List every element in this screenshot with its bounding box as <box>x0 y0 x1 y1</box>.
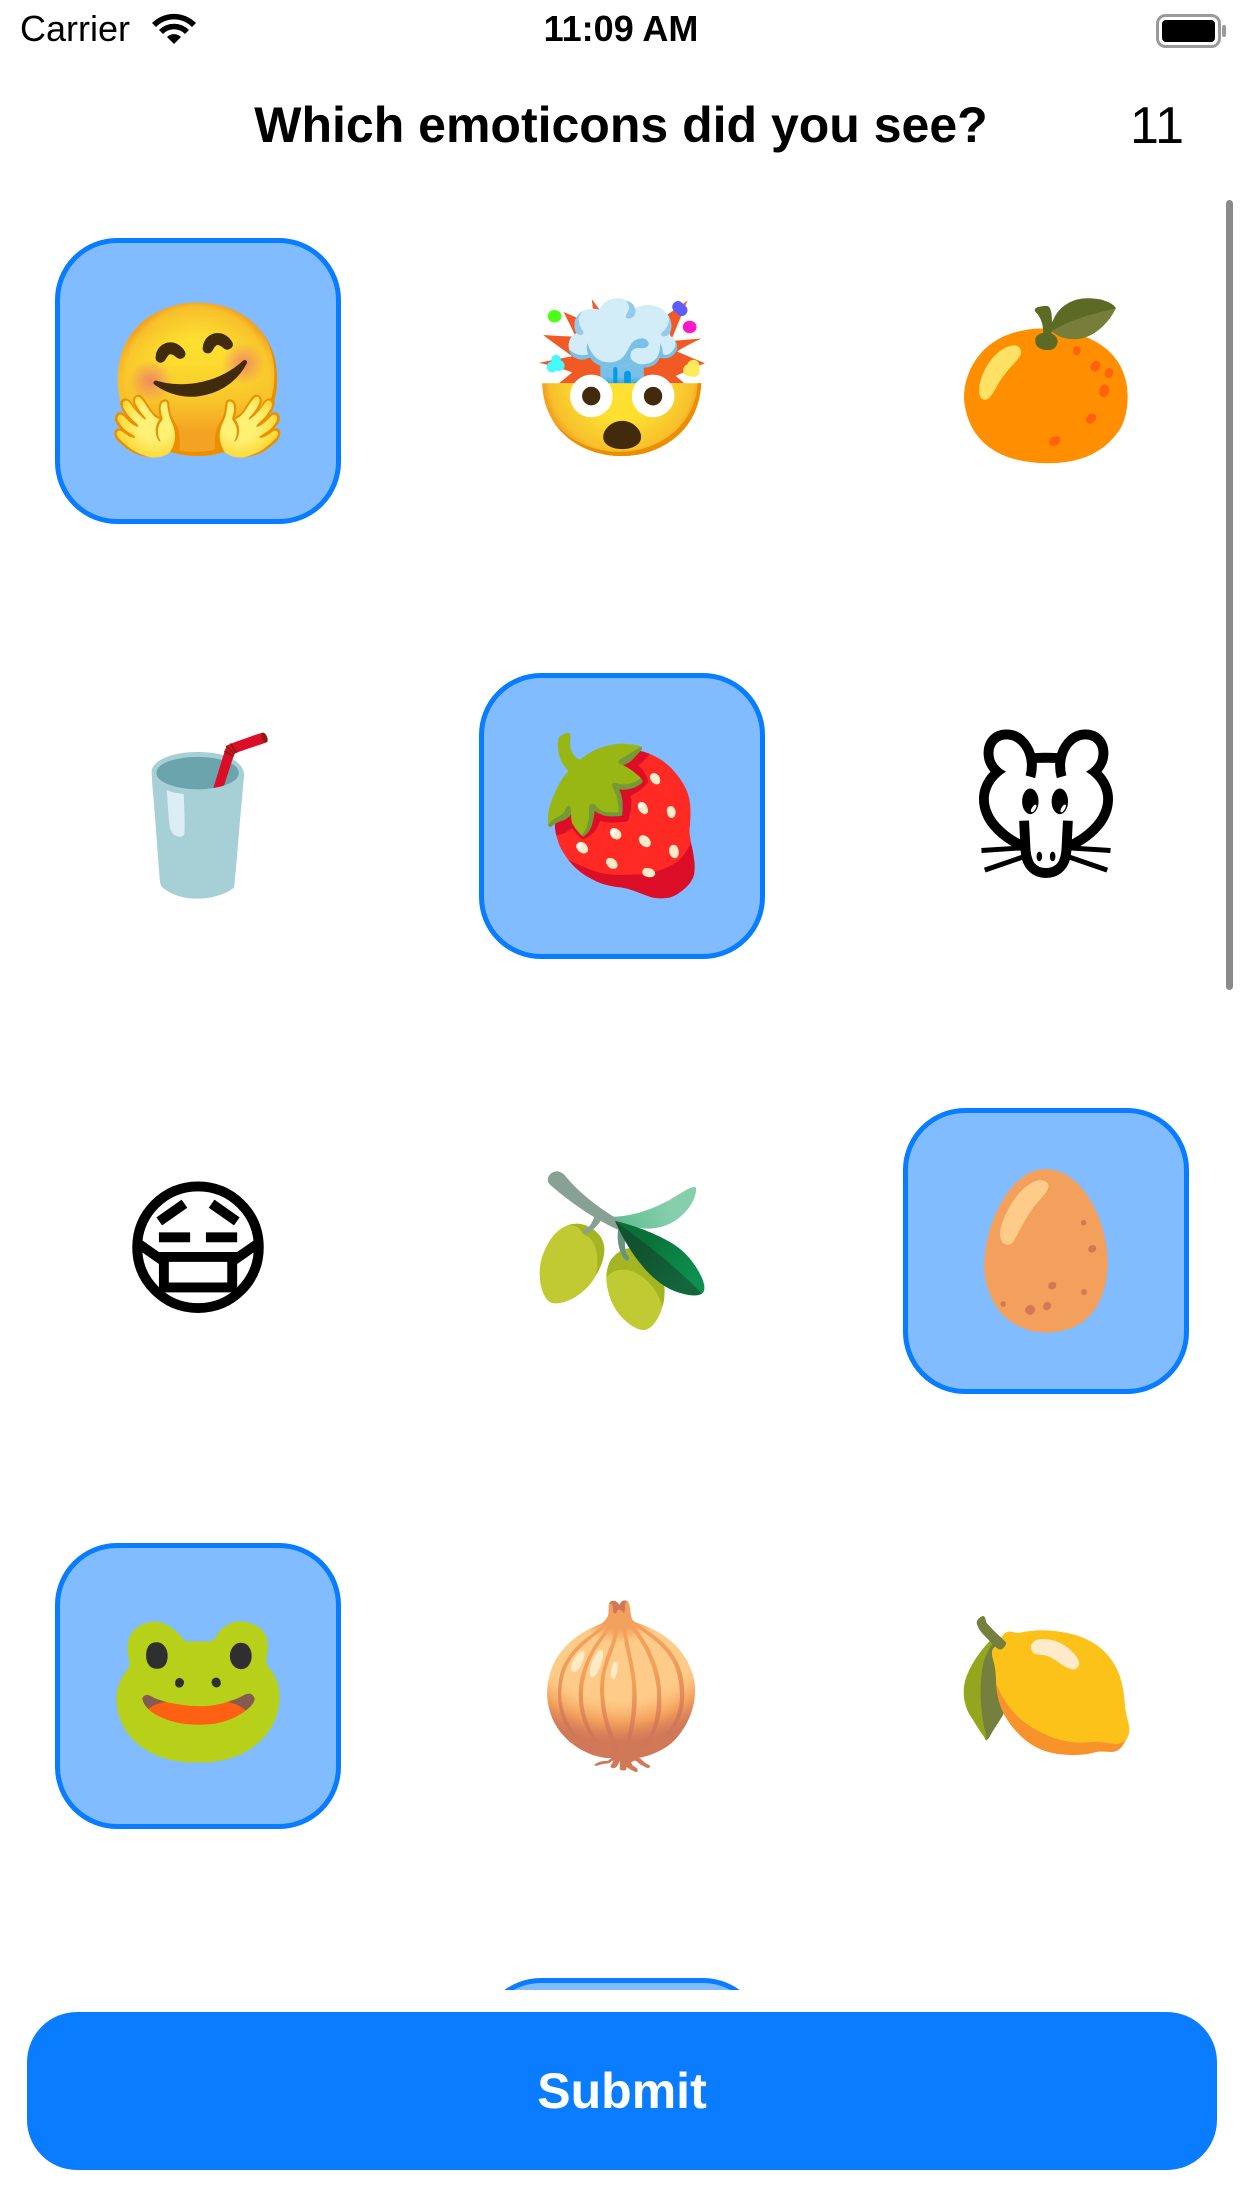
emoji-glyph: 🐭 <box>967 729 1125 903</box>
battery-icon <box>1156 14 1226 48</box>
emoji-glyph: 🍋 <box>952 1599 1140 1773</box>
emoji-glyph: 🧅 <box>528 1599 716 1773</box>
emoji-cell-olive[interactable]: 🫒 <box>479 1108 765 1394</box>
emoji-cell-frog-face[interactable]: 🐸 <box>55 1543 341 1829</box>
emoji-glyph: 🍓 <box>528 729 716 903</box>
emoji-glyph: 😷 <box>119 1164 277 1338</box>
page-title: Which emoticons did you see? <box>254 97 988 153</box>
emoji-glyph: 🫒 <box>528 1164 716 1338</box>
emoji-glyph: 🤗 <box>104 294 292 468</box>
emoji-cell-hugging-face[interactable]: 🤗 <box>55 238 341 524</box>
emoji-cell-tangerine[interactable]: 🍊 <box>903 238 1189 524</box>
submit-button[interactable]: Submit <box>27 2012 1217 2170</box>
screen: Carrier 11:09 AM Which emoticons did you… <box>0 0 1242 2208</box>
emoji-cell-onion[interactable]: 🧅 <box>479 1543 765 1829</box>
emoji-cell-partial-item[interactable] <box>479 1978 765 1990</box>
emoji-glyph: 🥤 <box>104 729 292 903</box>
emoji-cell-exploding-head[interactable]: 🤯 <box>479 238 765 524</box>
emoji-cell-lemon[interactable]: 🍋 <box>903 1543 1189 1829</box>
status-bar: Carrier 11:09 AM <box>0 0 1242 62</box>
emoji-glyph: 🍊 <box>952 294 1140 468</box>
emoji-glyph: 🐸 <box>104 1599 292 1773</box>
emoji-cell-egg[interactable]: 🥚 <box>903 1108 1189 1394</box>
emoji-grid-scroll[interactable]: 🤗 🤯 🍊 🥤 🍓 🐭 😷 🫒 🥚 🐸 🧅 🍋 <box>0 180 1242 1990</box>
emoji-cell-strawberry[interactable]: 🍓 <box>479 673 765 959</box>
item-count: 11 <box>1130 97 1184 155</box>
emoji-cell-cup-with-straw[interactable]: 🥤 <box>55 673 341 959</box>
emoji-glyph: 🤯 <box>528 294 716 468</box>
status-time: 11:09 AM <box>543 8 699 49</box>
scrollbar[interactable] <box>1226 200 1233 990</box>
emoji-glyph: 🥚 <box>952 1164 1140 1338</box>
emoji-cell-mouse-face[interactable]: 🐭 <box>903 673 1189 959</box>
emoji-cell-face-with-mask[interactable]: 😷 <box>55 1108 341 1394</box>
